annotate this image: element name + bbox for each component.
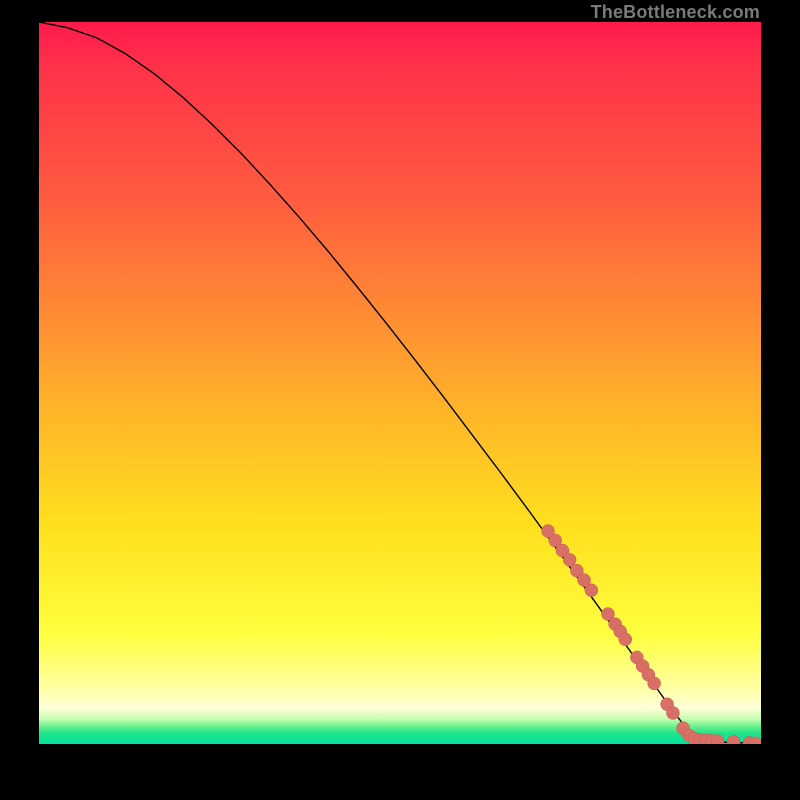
curve-marker: [619, 633, 632, 646]
chart-area: [39, 22, 761, 744]
watermark: TheBottleneck.com: [591, 2, 760, 23]
curve-marker: [648, 677, 661, 690]
curve-marker: [727, 735, 740, 744]
bottleneck-curve: [39, 22, 761, 743]
curve-marker: [585, 584, 598, 597]
curve-marker: [666, 706, 679, 719]
curve-marker: [563, 553, 576, 566]
curve-markers: [542, 525, 761, 744]
chart-overlay: [39, 22, 761, 744]
